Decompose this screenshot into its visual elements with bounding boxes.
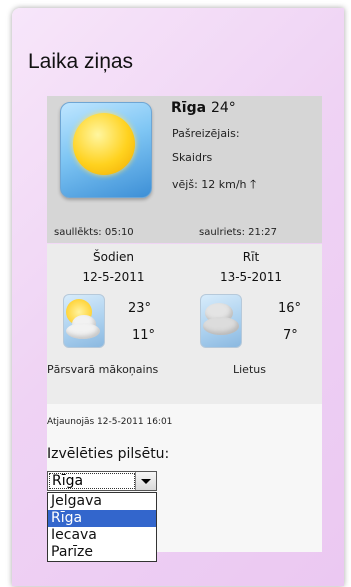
forecast-low: 7° [283, 328, 298, 343]
city-dropdown-list: Jelgava Rīga Iecava Parīze [47, 492, 157, 562]
city-name: Rīga [171, 100, 207, 116]
current-condition: Skaidrs [172, 151, 213, 164]
current-temp: 24° [210, 100, 236, 116]
forecast-low: 11° [132, 328, 156, 343]
wind-direction-icon: 🡑 [250, 177, 257, 191]
partly-cloudy-icon [63, 294, 105, 348]
city-select-label: Izvēlēties pilsētu: [47, 446, 170, 462]
forecast-day-name: Šodien [93, 250, 134, 264]
city-option[interactable]: Iecava [48, 527, 156, 544]
city-option[interactable]: Rīga [48, 510, 156, 527]
forecast-date: 12-5-2011 [82, 270, 145, 284]
city-option[interactable]: Jelgava [48, 493, 156, 510]
forecast-high: 23° [128, 301, 152, 316]
sunny-weather-icon [60, 102, 152, 198]
city-select-value: Rīga [48, 472, 136, 490]
forecast-panel: Šodien 12-5-2011 23° 11° Pārsvarā mākoņa… [47, 244, 322, 404]
forecast-day-tomorrow: Rīt 13-5-2011 [180, 250, 322, 284]
forecast-desc: Pārsvarā mākoņains [47, 363, 159, 376]
forecast-day-today: Šodien 12-5-2011 [47, 250, 180, 284]
forecast-date: 13-5-2011 [219, 270, 283, 284]
rain-cloud-icon [200, 294, 242, 348]
forecast-desc: Lietus [233, 363, 266, 376]
current-weather-panel: Rīga 24° Pašreizējais: Skaidrs vējš: 12 … [47, 96, 322, 243]
city-option[interactable]: Parīze [48, 544, 156, 561]
sunrise: saullēkts: 05:10 [54, 227, 134, 238]
current-label: Pašreizējais: [172, 127, 240, 140]
forecast-day-name: Rīt [242, 250, 260, 264]
sunset: saulriets: 21:27 [199, 227, 277, 238]
chevron-down-icon[interactable] [135, 472, 156, 490]
gadget-title: Laika ziņas [28, 50, 134, 73]
settings-panel: Atjaunojās 12-5-2011 16:01 Izvēlēties pi… [47, 404, 322, 562]
wind-speed: vējš: 12 km/h [172, 178, 247, 191]
updated-time: Atjaunojās 12-5-2011 16:01 [47, 417, 173, 427]
forecast-high: 16° [278, 301, 302, 316]
city-select[interactable]: Rīga [47, 471, 157, 491]
current-city: Rīga 24° [171, 100, 236, 116]
